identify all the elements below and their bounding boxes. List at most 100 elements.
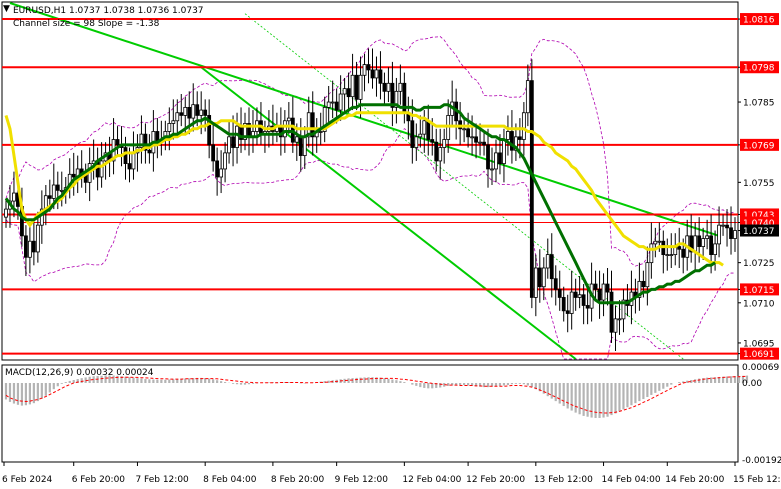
price-axis-label: 1.0785 [743,99,775,109]
candle-body [545,254,550,269]
price-axis-label: 1.0816 [743,16,775,26]
candle-body [183,106,188,116]
candle-body [59,189,64,192]
candle-body [410,120,415,148]
candle-body [334,101,339,111]
candle-body [438,147,443,162]
candle-body [549,254,554,280]
candle-body [179,112,184,116]
candle-body [498,152,502,165]
candle-body [502,139,506,165]
macd-label: MACD(12,26,9) 0.00032 0.00024 [5,368,154,378]
candle-body [378,69,383,84]
candle-body [733,230,737,239]
price-axis-label: 1.0710 [743,299,775,309]
candle-body [470,136,474,139]
price-axis: 1.08161.07981.07851.07691.07551.07431.07… [738,13,779,360]
candle-body [195,104,200,116]
candle-body [12,192,16,202]
candle-body [51,184,56,199]
candle-body [286,117,291,122]
candle-body [486,144,490,170]
price-axis-label: 1.0755 [743,179,775,189]
time-axis-label: 9 Feb 12:00 [335,475,389,485]
candle-body [605,283,610,293]
candle-body [613,318,618,333]
candle-body [697,235,702,247]
candle-body [705,235,710,239]
price-axis-label: 1.0725 [743,259,775,269]
time-axis-label: 14 Feb 20:00 [665,475,724,485]
candle-body [294,136,299,143]
candle-body [665,254,670,257]
candle-body [462,128,467,131]
candle-body [4,208,8,218]
candle-body [374,69,379,79]
candle-body [657,240,662,243]
candle-body [569,291,574,314]
candle-body [227,136,231,154]
candle-body [721,224,725,227]
candle-body [541,267,546,288]
candle-body [701,238,706,247]
candle-body [71,173,76,178]
time-axis-label: 6 Feb 20:00 [72,475,126,485]
time-axis-label: 12 Feb 20:00 [466,475,525,485]
time-axis-label: 7 Feb 12:00 [135,475,189,485]
candle-body [187,106,192,119]
candle-body [318,131,323,133]
price-axis-label: 1.0769 [743,141,775,151]
candle-body [581,294,586,306]
candle-body [677,246,682,250]
candle-body [434,141,439,162]
candle-body [553,278,558,290]
candle-body [366,64,371,71]
candle-body [219,168,224,178]
candle-body [235,125,239,148]
candle-body [573,291,578,298]
macd-header: MACD(12,26,9) 0.00032 0.00024 [5,368,154,378]
candle-body [601,283,606,301]
candle-body [24,235,28,258]
candle-body [358,74,363,100]
price-axis-label: 1.0737 [743,227,775,237]
candle-body [382,82,387,92]
candle-body [346,88,351,98]
candle-body [494,152,498,170]
channel-info: Channel size = 98 Slope = -1.38 [13,19,160,29]
candle-body [330,101,335,104]
candle-body [127,163,132,170]
candle-body [442,139,447,148]
macd-axis-label: 0.00069 [742,363,779,373]
candle-body [302,136,307,156]
candle-body [167,123,172,132]
symbol-arrow-icon: ▼ [3,4,10,14]
time-axis-label: 14 Feb 04:00 [602,475,661,485]
candle-body [609,291,614,333]
candle-body [199,109,204,116]
candle-body [490,168,494,171]
candle-body [354,74,359,100]
candle-body [47,195,52,199]
candle-body [525,80,530,114]
candle-body [533,267,538,298]
candle-body [231,136,235,148]
candle-body [31,240,36,253]
candle-body [597,289,602,301]
candle-body [338,93,343,111]
candle-body [147,149,152,154]
candle-body [645,262,650,288]
candle-body [478,141,482,144]
candle-body [577,294,582,298]
candle-body [175,112,180,122]
candle-body [709,235,714,256]
time-axis-label: 8 Feb 20:00 [271,475,325,485]
candle-body [422,120,427,135]
candle-body [370,69,375,79]
candle-body [641,280,646,288]
price-axis-label: 1.0715 [743,286,775,296]
candle-body [99,160,104,178]
candle-body [557,289,562,298]
candle-body [717,224,721,245]
candle-body [426,120,431,140]
